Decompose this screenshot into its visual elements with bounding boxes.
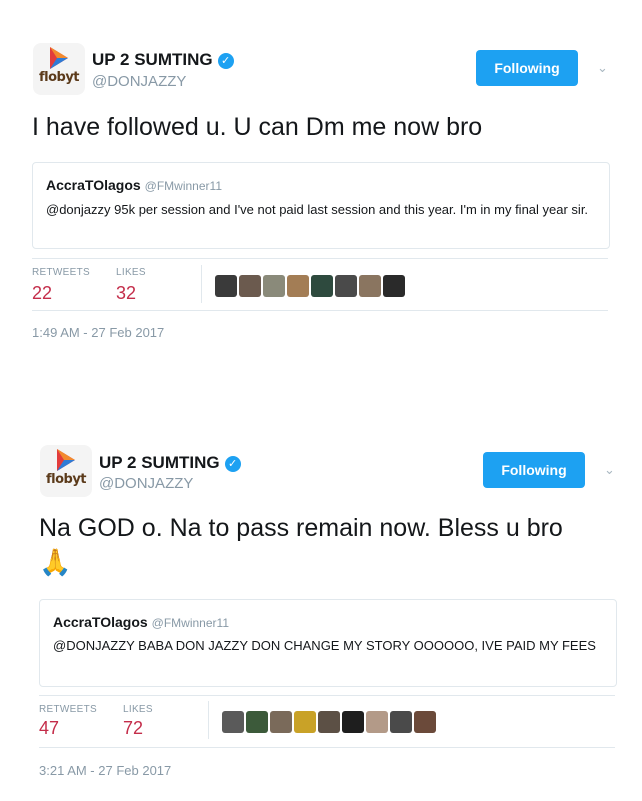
quoted-handle: @FMwinner11 [151,616,229,630]
likes-count[interactable]: 32 [116,283,136,304]
quoted-author: AccraTOlagos @FMwinner11 [53,614,229,630]
divider [32,258,608,259]
divider [39,695,615,696]
liker-avatar[interactable] [366,711,388,733]
divider [32,310,608,311]
liker-avatar[interactable] [383,275,405,297]
quoted-text: @DONJAZZY BABA DON JAZZY DON CHANGE MY S… [53,638,596,653]
liker-avatar[interactable] [390,711,412,733]
following-button[interactable]: Following [483,452,585,488]
liker-avatar[interactable] [287,275,309,297]
chevron-down-icon[interactable]: ⌄ [604,462,615,478]
liker-avatar[interactable] [215,275,237,297]
avatar-logo-text: flobyt [38,70,80,85]
liker-avatar[interactable] [414,711,436,733]
retweets-count[interactable]: 47 [39,718,59,739]
user-handle[interactable]: @DONJAZZY [99,475,193,492]
play-logo-icon [50,47,68,69]
avatar-logo-text: flobyt [45,472,87,487]
tweet-text: Na GOD o. Na to pass remain now. Bless u… [39,514,563,577]
likes-label[interactable]: LIKES [116,267,146,278]
likes-count[interactable]: 72 [123,718,143,739]
liker-avatars [222,711,436,733]
liker-avatar[interactable] [246,711,268,733]
quoted-handle: @FMwinner11 [144,179,222,193]
liker-avatar[interactable] [335,275,357,297]
chevron-down-icon[interactable]: ⌄ [597,60,608,76]
verified-badge-icon: ✓ [217,53,234,69]
timestamp[interactable]: 3:21 AM - 27 Feb 2017 [39,763,171,778]
tweet: flobyt UP 2 SUMTING ✓ @DONJAZZY Following… [0,0,642,400]
display-name[interactable]: UP 2 SUMTING ✓ [99,453,241,473]
avatar[interactable]: flobyt [40,445,92,497]
liker-avatar[interactable] [311,275,333,297]
tweet: flobyt UP 2 SUMTING ✓ @DONJAZZY Following… [0,400,642,801]
stat-separator [201,265,202,303]
praying-hands-icon: 🙏 [39,547,72,577]
liker-avatar[interactable] [318,711,340,733]
liker-avatar[interactable] [359,275,381,297]
retweets-label[interactable]: RETWEETS [39,704,97,715]
play-logo-icon [57,449,75,471]
following-button[interactable]: Following [476,50,578,86]
quoted-author: AccraTOlagos @FMwinner11 [46,177,222,193]
liker-avatar[interactable] [294,711,316,733]
tweet-text: I have followed u. U can Dm me now bro [32,113,483,141]
liker-avatar[interactable] [342,711,364,733]
retweets-count[interactable]: 22 [32,283,52,304]
liker-avatar[interactable] [270,711,292,733]
quoted-text: @donjazzy 95k per session and I've not p… [46,202,589,217]
avatar[interactable]: flobyt [33,43,85,95]
likes-label[interactable]: LIKES [123,704,153,715]
user-handle[interactable]: @DONJAZZY [92,73,186,90]
verified-badge-icon: ✓ [224,456,241,472]
quoted-tweet[interactable]: AccraTOlagos @FMwinner11 @donjazzy 95k pe… [32,162,610,249]
divider [39,747,615,748]
liker-avatar[interactable] [263,275,285,297]
timestamp[interactable]: 1:49 AM - 27 Feb 2017 [32,325,164,340]
liker-avatar[interactable] [222,711,244,733]
display-name[interactable]: UP 2 SUMTING ✓ [92,50,234,70]
quoted-tweet[interactable]: AccraTOlagos @FMwinner11 @DONJAZZY BABA D… [39,599,617,687]
stat-separator [208,701,209,739]
liker-avatars [215,275,405,297]
retweets-label[interactable]: RETWEETS [32,267,90,278]
liker-avatar[interactable] [239,275,261,297]
